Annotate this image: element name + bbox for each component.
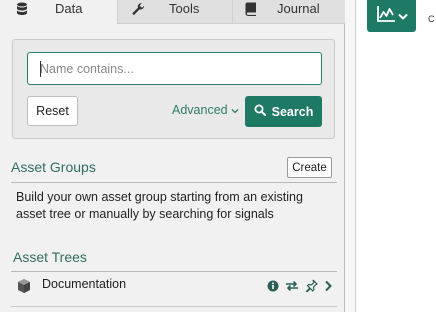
workspace-area — [357, 0, 436, 312]
advanced-label: Advanced — [172, 103, 228, 117]
name-search-placeholder: Name contains... — [40, 61, 134, 76]
swap-icon[interactable] — [285, 279, 299, 297]
asset-tree-item-actions — [267, 279, 332, 297]
asset-tree-row-divider — [11, 306, 337, 307]
tab-journal[interactable]: Journal — [232, 0, 345, 24]
advanced-toggle[interactable]: Advanced — [172, 103, 239, 117]
search-button[interactable]: Search — [245, 96, 322, 127]
tab-tools[interactable]: Tools — [117, 0, 232, 24]
search-button-label: Search — [271, 104, 314, 119]
asset-groups-divider — [11, 182, 337, 183]
tab-data-label: Data — [55, 1, 83, 16]
chevron-down-icon — [231, 103, 239, 117]
cube-icon — [16, 278, 32, 294]
reset-button[interactable]: Reset — [27, 96, 78, 126]
search-icon — [254, 104, 266, 119]
asset-groups-title: Asset Groups — [11, 159, 96, 175]
tab-tools-label: Tools — [169, 1, 200, 16]
text-caret — [40, 61, 41, 77]
wrench-icon — [131, 2, 145, 16]
tab-data[interactable]: Data — [0, 0, 117, 24]
panel-resize-gutter[interactable] — [345, 0, 356, 312]
chart-type-button[interactable] — [367, 0, 416, 32]
asset-tree-item-documentation[interactable]: Documentation — [11, 273, 337, 301]
asset-tree-item-label: Documentation — [42, 277, 127, 291]
tab-journal-label: Journal — [277, 1, 320, 16]
toolbar-partial-label: C — [428, 14, 435, 24]
book-icon — [244, 2, 258, 16]
create-asset-group-button[interactable]: Create — [287, 157, 332, 178]
chevron-right-icon[interactable] — [324, 279, 332, 297]
panel-tabs: Data Tools Journal — [0, 0, 345, 24]
app-root: Data Tools Journal Name contains... Rese… — [0, 0, 436, 312]
asset-trees-divider — [11, 271, 337, 272]
name-search-input[interactable]: Name contains... — [27, 52, 322, 85]
data-panel: Data Tools Journal Name contains... Rese… — [0, 0, 345, 312]
asset-groups-description: Build your own asset group starting from… — [16, 190, 303, 221]
chevron-down-icon — [397, 7, 408, 25]
database-icon — [15, 2, 29, 16]
info-icon[interactable] — [267, 279, 279, 297]
asset-trees-title: Asset Trees — [13, 249, 87, 265]
line-chart-icon — [376, 5, 396, 28]
pin-icon[interactable] — [305, 279, 319, 297]
